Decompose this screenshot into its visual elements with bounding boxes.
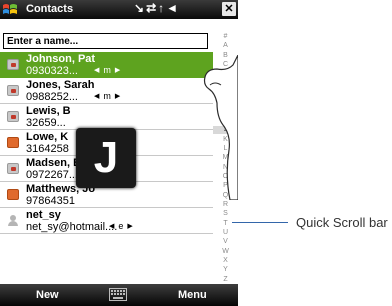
contact-row[interactable]: Lewis, B 32659...: [0, 104, 213, 130]
contact-name: net_sy: [26, 209, 61, 221]
contact-detail: 0972267...: [26, 169, 78, 181]
contact-card-icon: [7, 85, 19, 96]
sim-contact-icon: [7, 137, 19, 148]
quick-scroll-letter[interactable]: R: [213, 201, 238, 209]
contact-type-label: e: [118, 221, 124, 231]
callout-line: [232, 222, 288, 223]
contact-name: Johnson, Pat: [26, 53, 96, 65]
new-softkey[interactable]: New: [36, 289, 59, 301]
sim-contact-icon: [7, 189, 19, 200]
close-button[interactable]: ✕: [222, 2, 236, 16]
callout-label: Quick Scroll bar: [296, 215, 388, 230]
quick-scroll-letter[interactable]: X: [213, 257, 238, 265]
sync-icon: ⇄: [146, 1, 159, 15]
arrow-left-icon[interactable]: ◀: [109, 223, 114, 230]
name-search-input[interactable]: Enter a name...: [3, 33, 208, 49]
keyboard-icon[interactable]: [109, 288, 127, 301]
arrow-right-icon[interactable]: ▶: [115, 93, 120, 100]
contact-name: Lowe, K: [26, 131, 69, 143]
contact-row[interactable]: Johnson, Pat 0930323... ◀ m ▶: [0, 52, 213, 78]
soft-key-bar: New Menu: [0, 284, 238, 306]
antenna-icon: ↑: [158, 1, 167, 15]
quick-scroll-letter[interactable]: W: [213, 248, 238, 256]
status-title: Contacts: [26, 3, 74, 15]
arrow-left-icon[interactable]: ◀: [94, 67, 99, 74]
contact-type-selector[interactable]: ◀ m ▶: [90, 91, 124, 101]
phone-screen: Contacts ↘⇄↑◄ ✕ Enter a name... Johnson,…: [0, 0, 238, 306]
menu-softkey[interactable]: Menu: [178, 289, 207, 301]
contact-type-label: m: [103, 65, 111, 75]
contact-row[interactable]: Jones, Sarah 0988252... ◀ m ▶: [0, 78, 213, 104]
contact-card-icon: [7, 163, 19, 174]
quick-scroll-letter[interactable]: T: [213, 220, 238, 228]
person-icon: [7, 215, 19, 226]
contact-name: Lewis, B: [26, 105, 71, 117]
quick-scroll-letter[interactable]: #: [213, 33, 238, 41]
start-icon[interactable]: [2, 2, 18, 17]
contact-detail: 0988252...: [26, 91, 78, 103]
contact-card-icon: [7, 111, 19, 122]
quick-scroll-letter[interactable]: Y: [213, 266, 238, 274]
contact-name: Jones, Sarah: [26, 79, 95, 91]
signal-icon: ↘: [134, 1, 147, 15]
quick-scroll-letter[interactable]: V: [213, 238, 238, 246]
status-bar: Contacts ↘⇄↑◄ ✕: [0, 0, 238, 19]
contact-type-selector[interactable]: ◀ m ▶: [90, 65, 124, 75]
contact-detail: 32659...: [26, 117, 66, 129]
contact-detail: 0930323...: [26, 65, 78, 77]
status-icons[interactable]: ↘⇄↑◄: [134, 1, 180, 15]
contact-type-label: m: [103, 91, 111, 101]
contact-card-icon: [7, 59, 19, 70]
contact-detail: net_sy@hotmail....: [26, 221, 118, 233]
quick-scroll-letter-popup: J: [76, 128, 136, 188]
contact-detail: 3164258: [26, 143, 69, 155]
quick-scroll-letter[interactable]: U: [213, 229, 238, 237]
contact-detail: 97864351: [26, 195, 75, 207]
quick-scroll-letter[interactable]: A: [213, 42, 238, 50]
contact-row[interactable]: net_sy net_sy@hotmail.... ◀ e ▶: [0, 208, 213, 234]
arrow-right-icon[interactable]: ▶: [127, 223, 132, 230]
arrow-left-icon[interactable]: ◀: [94, 93, 99, 100]
quick-scroll-letter[interactable]: S: [213, 210, 238, 218]
contact-type-selector[interactable]: ◀ e ▶: [105, 221, 137, 231]
arrow-right-icon[interactable]: ▶: [115, 67, 120, 74]
finger-illustration: [203, 55, 238, 200]
quick-scroll-letter[interactable]: Z: [213, 276, 238, 284]
volume-icon: ◄: [166, 1, 181, 15]
